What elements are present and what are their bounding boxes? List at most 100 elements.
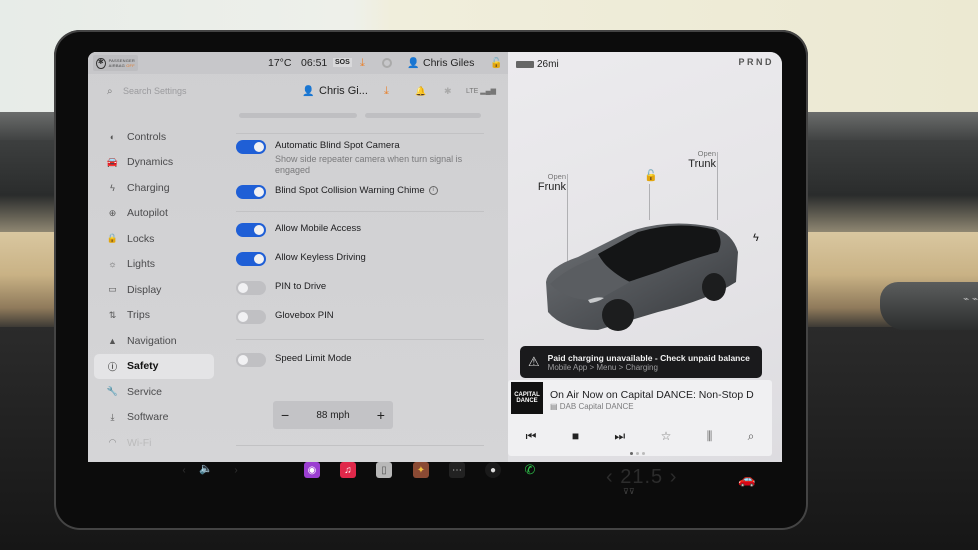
settings-sidebar: ◐ Controls 🚘 Dynamics ϟ Charging ⊕ Autopilot…	[94, 124, 214, 456]
info-icon[interactable]: i	[428, 185, 438, 195]
charging-alert[interactable]: ⚠ Paid charging unavailable - Check unpa…	[520, 346, 762, 378]
sidebar-item-label: Lights	[127, 258, 156, 271]
previous-button[interactable]: ⏮	[526, 429, 537, 444]
tab-pill-2[interactable]	[365, 113, 481, 118]
setting-label: PIN to Drive	[275, 281, 327, 292]
setting-label: Speed Limit Mode	[275, 353, 352, 364]
sidebar-item-navigation[interactable]: ▲ Navigation	[94, 328, 214, 354]
profile-button[interactable]: Chris Gi...	[319, 85, 368, 97]
sidebar-item-label: Trips	[127, 309, 150, 322]
navigation-icon: ▲	[108, 335, 117, 346]
sidebar-item-display[interactable]: ▭ Display	[94, 277, 214, 303]
open-trunk-button[interactable]: Open Trunk	[684, 149, 716, 170]
setting-label: Automatic Blind Spot Camera	[275, 140, 400, 151]
radio-icon: ▤	[550, 402, 560, 411]
sidebar-item-label: Navigation	[127, 334, 177, 347]
sidebar-item-dynamics[interactable]: 🚘 Dynamics	[94, 150, 214, 176]
more-apps-icon[interactable]: ⋯	[449, 462, 465, 478]
speed-limit-mode-toggle[interactable]	[236, 353, 266, 367]
sentry-icon[interactable]	[382, 58, 392, 68]
sidebar-item-lights[interactable]: ☼ Lights	[94, 252, 214, 278]
stop-button[interactable]: ■	[572, 429, 579, 443]
music-app-icon[interactable]: ♫	[340, 462, 356, 478]
car-icon: 🚘	[106, 156, 119, 167]
podcasts-app-icon[interactable]: ◉	[304, 462, 320, 478]
sidebar-item-autopilot[interactable]: ⊕ Autopilot	[94, 201, 214, 227]
increase-speed-button[interactable]: +	[377, 407, 385, 423]
toybox-app-icon[interactable]: ✦	[413, 462, 429, 478]
decrease-speed-button[interactable]: −	[281, 407, 289, 423]
user-icon[interactable]: 👤	[407, 58, 419, 69]
blind-spot-camera-toggle[interactable]	[236, 140, 266, 154]
sidebar-item-service[interactable]: 🔧 Service	[94, 379, 214, 405]
signal-label: LTE	[466, 88, 479, 95]
keyless-driving-toggle[interactable]	[236, 252, 266, 266]
speed-limit-stepper: − 88 mph +	[273, 401, 393, 429]
wrench-icon: 🔧	[106, 386, 119, 397]
scroll-tabs	[239, 113, 481, 119]
sidebar-item-trips[interactable]: ⇅ Trips	[94, 303, 214, 329]
sidebar-item-safety[interactable]: ⓘ Safety	[94, 353, 214, 379]
download-icon: ⤓	[110, 411, 115, 422]
bell-icon[interactable]: 🔔	[415, 86, 426, 97]
speed-limit-value: 88 mph	[316, 409, 350, 421]
trunk-line	[717, 152, 718, 220]
media-search-button[interactable]: ⌕	[748, 429, 755, 444]
climate-temperature[interactable]: ‹ 21.5 ›	[606, 466, 677, 489]
sidebar-item-wifi[interactable]: ◠ Wi-Fi	[94, 430, 214, 456]
touchscreen: ✱ PASSENGER AIRBAG OFF 17°C 06:51 SOS ⤓ …	[88, 52, 782, 462]
dock: ‹ 🔈 › ◉ ♫ ▯ ✦ ⋯ ● ✆ ‹ 21.5 › ⊽⊽ 🚗	[88, 460, 782, 496]
bluetooth-icon[interactable]: ✱	[444, 86, 452, 97]
equalizer-button[interactable]: ⫼	[707, 429, 713, 444]
front-wheel	[602, 299, 634, 331]
vehicle-panel: 26mi PRND Open Frunk Open Trunk 🔓 ϟ ⚠ Pa…	[508, 52, 782, 462]
charge-port-icon[interactable]: ϟ	[753, 232, 759, 244]
favorite-button[interactable]: ☆	[661, 429, 672, 443]
download-icon[interactable]: ⤓	[384, 85, 389, 98]
media-player: CAPITAL DANCE On Air Now on Capital DANC…	[508, 380, 772, 456]
divider	[236, 339, 484, 340]
sidebar-item-label: Dynamics	[127, 156, 174, 169]
divider	[236, 133, 484, 134]
warning-icon: ⚠	[528, 354, 540, 369]
phone-app-icon[interactable]: ✆	[522, 462, 538, 478]
divider	[236, 211, 484, 212]
setting-label: Glovebox PIN	[275, 310, 334, 321]
passenger-airbag-indicator: ✱ PASSENGER AIRBAG OFF	[93, 55, 138, 71]
search-settings-input[interactable]	[123, 86, 243, 96]
notepad-app-icon[interactable]: ▯	[376, 462, 392, 478]
seat-heater-icon[interactable]: ⊽⊽	[623, 487, 635, 496]
car-controls-icon[interactable]: 🚗	[738, 471, 755, 488]
vehicle-model	[546, 223, 738, 331]
open-frunk-button[interactable]: Open Frunk	[536, 172, 566, 193]
volume-icon[interactable]: 🔈	[198, 460, 214, 476]
blind-spot-chime-toggle[interactable]	[236, 185, 266, 199]
glovebox-pin-toggle[interactable]	[236, 310, 266, 324]
station-logo: CAPITAL DANCE	[511, 382, 543, 414]
tab-pill-1[interactable]	[239, 113, 357, 118]
status-bar: ✱ PASSENGER AIRBAG OFF 17°C 06:51 SOS ⤓ …	[88, 52, 508, 74]
unlock-icon[interactable]: 🔓	[644, 169, 658, 182]
now-playing-title: On Air Now on Capital DANCE: Non-Stop D	[550, 389, 754, 401]
camera-app-icon[interactable]: ●	[485, 462, 501, 478]
sidebar-item-software[interactable]: ⤓ Software	[94, 405, 214, 431]
sidebar-item-locks[interactable]: 🔒 Locks	[94, 226, 214, 252]
setting-label: Allow Mobile Access	[275, 223, 362, 234]
trunk-label: Trunk	[688, 158, 716, 170]
volume-up-chevron-icon[interactable]: ›	[228, 462, 244, 478]
sidebar-item-label: Software	[127, 411, 169, 424]
sidebar-item-charging[interactable]: ϟ Charging	[94, 175, 214, 201]
wiper-icons: ⌁ ⌁	[963, 294, 978, 305]
driver-profile[interactable]: Chris Giles	[423, 57, 474, 69]
next-button[interactable]: ⏭	[614, 429, 625, 444]
volume-down-chevron-icon[interactable]: ‹	[176, 462, 192, 478]
bolt-icon: ϟ	[110, 182, 115, 193]
sos-icon[interactable]: SOS	[333, 58, 352, 67]
alert-title: Paid charging unavailable - Check unpaid…	[547, 352, 750, 363]
mobile-access-toggle[interactable]	[236, 223, 266, 237]
unlocked-icon[interactable]: 🔓	[490, 58, 502, 69]
setting-label: Allow Keyless Driving	[275, 252, 366, 263]
pin-to-drive-toggle[interactable]	[236, 281, 266, 295]
download-icon[interactable]: ⤓	[360, 57, 365, 70]
sidebar-item-controls[interactable]: ◐ Controls	[94, 124, 214, 150]
